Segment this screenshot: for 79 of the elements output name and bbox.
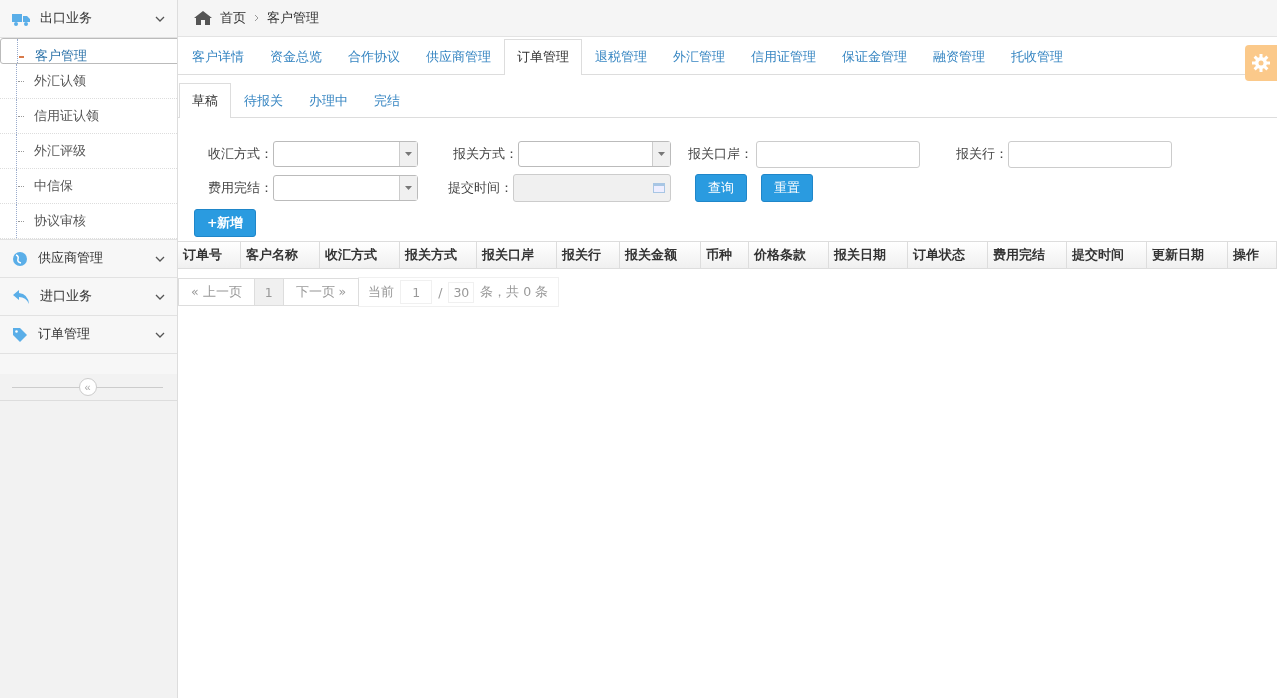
tab[interactable]: 信用证管理 — [738, 39, 829, 74]
sidebar-item[interactable]: 中信保 — [0, 169, 177, 204]
group-label: 订单管理 — [38, 326, 91, 343]
date-field[interactable] — [513, 174, 671, 202]
page-input[interactable]: 1 — [400, 280, 433, 304]
select-field[interactable] — [272, 141, 418, 167]
tab[interactable]: 资金总览 — [257, 39, 335, 74]
column-header: 费用完结 — [987, 242, 1068, 268]
column-header: 客户名称 — [240, 242, 321, 268]
page-separator: / — [438, 284, 443, 300]
select-field[interactable] — [272, 175, 418, 201]
tab[interactable]: 订单管理 — [504, 39, 582, 75]
caret-icon — [658, 152, 665, 156]
tab[interactable]: 退税管理 — [582, 39, 660, 74]
tab[interactable]: 草稿 — [179, 83, 231, 118]
truck-icon — [12, 11, 30, 26]
sidebar-item[interactable]: 信用证认领 — [0, 99, 177, 134]
column-header: 报关行 — [556, 242, 620, 268]
collapse-button[interactable]: « — [78, 378, 97, 396]
column-header: 收汇方式 — [320, 242, 400, 268]
group-label: 进口业务 — [40, 288, 93, 305]
chevron-icon — [155, 293, 165, 300]
sidebar-item[interactable]: 外汇认领 — [0, 64, 177, 99]
tab[interactable]: 托收管理 — [998, 39, 1076, 74]
page-label: 当前 — [368, 283, 395, 301]
input-field[interactable] — [1008, 140, 1172, 168]
tab[interactable]: 完结 — [361, 83, 413, 117]
field-label: 报关方式： — [452, 145, 518, 163]
globe-icon — [12, 250, 28, 267]
column-header: 报关金额 — [619, 242, 702, 268]
column-header: 价格条款 — [749, 242, 829, 268]
column-header: 更新日期 — [1146, 242, 1228, 268]
calendar-icon — [653, 183, 665, 193]
breadcrumb-current: 客户管理 — [267, 9, 319, 27]
group-label: 供应商管理 — [38, 250, 104, 267]
tab[interactable]: 融资管理 — [920, 39, 998, 74]
field-label: 报关口岸： — [687, 145, 753, 163]
reply-arrow-icon — [12, 288, 30, 305]
tab[interactable]: 保证金管理 — [829, 39, 920, 74]
field-label: 收汇方式： — [206, 145, 273, 163]
column-header: 操作 — [1227, 242, 1277, 268]
tab[interactable]: 合作协议 — [335, 39, 413, 74]
tag-icon — [12, 326, 28, 343]
home-icon — [194, 11, 212, 25]
sidebar-item[interactable]: 协议审核 — [0, 204, 177, 239]
chevron-icon — [155, 15, 165, 22]
column-header: 提交时间 — [1067, 242, 1147, 268]
settings-button[interactable] — [1245, 45, 1277, 81]
chevron-right-icon — [254, 14, 259, 22]
gear-icon — [1251, 53, 1271, 73]
caret-icon — [405, 186, 412, 190]
page-summary: 条，共 0 条 — [480, 283, 549, 301]
column-header: 币种 — [701, 242, 750, 268]
select-field[interactable] — [518, 141, 671, 167]
page-total: 30 — [448, 281, 475, 303]
reset-button[interactable]: 重置 — [761, 174, 813, 202]
field-label: 提交时间： — [447, 179, 514, 197]
column-header: 报关日期 — [828, 242, 909, 268]
field-label: 费用完结： — [206, 179, 273, 197]
column-header: 订单状态 — [908, 242, 988, 268]
column-header: 报关方式 — [399, 242, 478, 268]
breadcrumb-link[interactable]: 首页 — [220, 9, 246, 27]
input-field[interactable] — [756, 140, 920, 168]
field-label: 报关行： — [955, 145, 1008, 163]
tab[interactable]: 供应商管理 — [413, 39, 504, 74]
column-header: 报关口岸 — [477, 242, 557, 268]
tab[interactable]: 办理中 — [296, 83, 361, 117]
group-label: 出口业务 — [40, 10, 93, 27]
column-header: 订单号 — [178, 242, 241, 268]
chevron-icon — [155, 331, 165, 338]
page-button[interactable]: 1 — [253, 278, 284, 306]
caret-icon — [405, 152, 412, 156]
add-button[interactable]: +新增 — [194, 209, 257, 237]
sidebar-item[interactable]: 外汇评级 — [0, 134, 177, 169]
tab[interactable]: 客户详情 — [179, 39, 257, 74]
tab[interactable]: 外汇管理 — [660, 39, 738, 74]
chevron-icon — [155, 255, 165, 262]
query-button[interactable]: 查询 — [695, 174, 747, 202]
tab[interactable]: 待报关 — [231, 83, 296, 117]
